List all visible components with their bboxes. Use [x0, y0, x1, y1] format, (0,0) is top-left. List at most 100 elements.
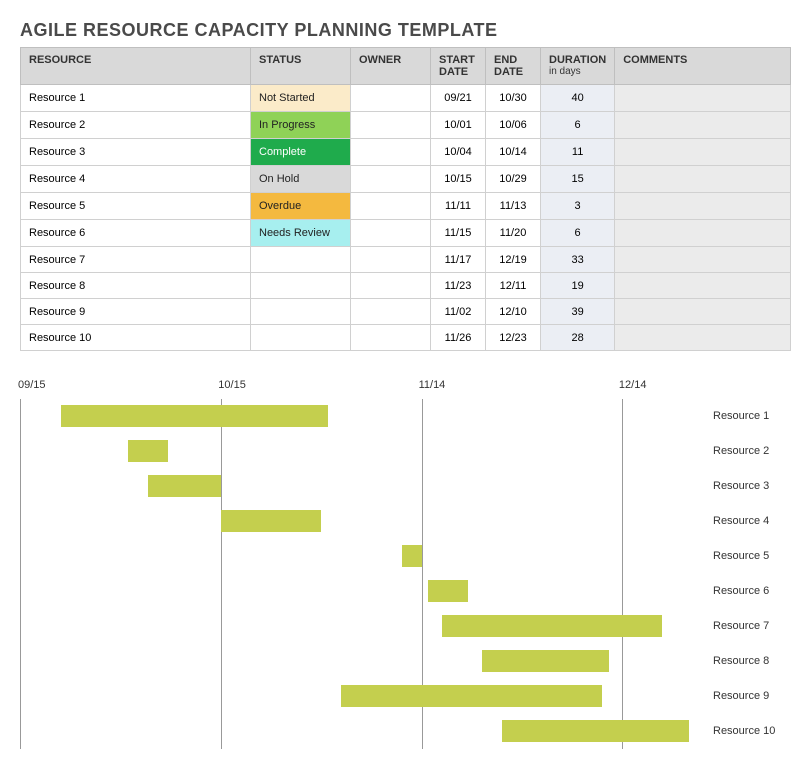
header-duration-sub: in days: [549, 66, 606, 77]
status-chip: Overdue: [251, 193, 350, 219]
table-row: Resource 811/2312/1119: [21, 273, 791, 299]
cell-status[interactable]: Not Started: [251, 85, 351, 112]
table-row: Resource 6Needs Review11/1511/206: [21, 220, 791, 247]
gantt-bar: [221, 510, 321, 532]
cell-resource[interactable]: Resource 2: [21, 112, 251, 139]
cell-status[interactable]: [251, 325, 351, 351]
cell-duration: 11: [541, 139, 615, 166]
cell-status[interactable]: On Hold: [251, 166, 351, 193]
cell-end-date[interactable]: 10/14: [486, 139, 541, 166]
cell-status[interactable]: Overdue: [251, 193, 351, 220]
table-row: Resource 4On Hold10/1510/2915: [21, 166, 791, 193]
cell-resource[interactable]: Resource 1: [21, 85, 251, 112]
cell-start-date[interactable]: 11/02: [431, 299, 486, 325]
gantt-bar: [442, 615, 662, 637]
status-chip: Not Started: [251, 85, 350, 111]
cell-resource[interactable]: Resource 3: [21, 139, 251, 166]
cell-comments[interactable]: [615, 139, 791, 166]
cell-owner[interactable]: [351, 247, 431, 273]
cell-end-date[interactable]: 11/20: [486, 220, 541, 247]
header-duration-label: DURATION: [549, 54, 606, 66]
gantt-labels: Resource 1Resource 2Resource 3Resource 4…: [701, 399, 791, 749]
cell-comments[interactable]: [615, 247, 791, 273]
cell-start-date[interactable]: 10/04: [431, 139, 486, 166]
cell-resource[interactable]: Resource 8: [21, 273, 251, 299]
cell-duration: 3: [541, 193, 615, 220]
cell-end-date[interactable]: 10/29: [486, 166, 541, 193]
gantt-row-label: Resource 10: [701, 714, 791, 749]
gantt-row-label: Resource 3: [701, 469, 791, 504]
gantt-row: [21, 714, 701, 749]
cell-resource[interactable]: Resource 10: [21, 325, 251, 351]
cell-start-date[interactable]: 11/11: [431, 193, 486, 220]
cell-start-date[interactable]: 10/15: [431, 166, 486, 193]
cell-end-date[interactable]: 10/30: [486, 85, 541, 112]
cell-comments[interactable]: [615, 85, 791, 112]
cell-start-date[interactable]: 10/01: [431, 112, 486, 139]
page-title: AGILE RESOURCE CAPACITY PLANNING TEMPLAT…: [20, 20, 791, 41]
cell-resource[interactable]: Resource 5: [21, 193, 251, 220]
gantt-row: [21, 399, 701, 434]
cell-owner[interactable]: [351, 325, 431, 351]
cell-owner[interactable]: [351, 193, 431, 220]
cell-duration: 33: [541, 247, 615, 273]
cell-owner[interactable]: [351, 166, 431, 193]
gantt-row-label: Resource 2: [701, 434, 791, 469]
status-chip: Complete: [251, 139, 350, 165]
cell-status[interactable]: Complete: [251, 139, 351, 166]
table-row: Resource 7 11/1712/1933: [21, 247, 791, 273]
cell-start-date[interactable]: 11/26: [431, 325, 486, 351]
table-row: Resource 5Overdue 11/1111/133: [21, 193, 791, 220]
gantt-row: [21, 644, 701, 679]
cell-comments[interactable]: [615, 112, 791, 139]
gantt-chart-area: [20, 399, 701, 749]
gantt-bar: [482, 650, 609, 672]
table-row: Resource 3Complete 10/0410/1411: [21, 139, 791, 166]
cell-comments[interactable]: [615, 273, 791, 299]
cell-owner[interactable]: [351, 85, 431, 112]
cell-comments[interactable]: [615, 193, 791, 220]
cell-start-date[interactable]: 09/21: [431, 85, 486, 112]
cell-resource[interactable]: Resource 6: [21, 220, 251, 247]
cell-comments[interactable]: [615, 299, 791, 325]
cell-end-date[interactable]: 10/06: [486, 112, 541, 139]
status-chip: Needs Review: [251, 220, 350, 246]
cell-comments[interactable]: [615, 166, 791, 193]
cell-start-date[interactable]: 11/17: [431, 247, 486, 273]
cell-owner[interactable]: [351, 273, 431, 299]
cell-end-date[interactable]: 12/19: [486, 247, 541, 273]
cell-resource[interactable]: Resource 9: [21, 299, 251, 325]
status-chip: In Progress: [251, 112, 350, 138]
gantt-row: [21, 679, 701, 714]
cell-end-date[interactable]: 11/13: [486, 193, 541, 220]
cell-resource[interactable]: Resource 4: [21, 166, 251, 193]
gantt-row: [21, 539, 701, 574]
cell-end-date[interactable]: 12/10: [486, 299, 541, 325]
cell-status[interactable]: [251, 299, 351, 325]
cell-comments[interactable]: [615, 325, 791, 351]
cell-status[interactable]: In Progress: [251, 112, 351, 139]
gantt-date-label: 11/14: [419, 379, 446, 391]
gantt-date-label: 10/15: [218, 379, 246, 391]
gantt-bar: [502, 720, 689, 742]
cell-status[interactable]: [251, 247, 351, 273]
cell-owner[interactable]: [351, 299, 431, 325]
header-resource: RESOURCE: [21, 48, 251, 85]
gantt-row-label: Resource 9: [701, 679, 791, 714]
cell-start-date[interactable]: 11/15: [431, 220, 486, 247]
cell-status[interactable]: Needs Review: [251, 220, 351, 247]
cell-duration: 39: [541, 299, 615, 325]
cell-status[interactable]: [251, 273, 351, 299]
cell-owner[interactable]: [351, 220, 431, 247]
gantt-row-label: Resource 1: [701, 399, 791, 434]
cell-start-date[interactable]: 11/23: [431, 273, 486, 299]
cell-owner[interactable]: [351, 112, 431, 139]
cell-end-date[interactable]: 12/23: [486, 325, 541, 351]
cell-duration: 28: [541, 325, 615, 351]
cell-resource[interactable]: Resource 7: [21, 247, 251, 273]
cell-comments[interactable]: [615, 220, 791, 247]
cell-owner[interactable]: [351, 139, 431, 166]
gantt-bar: [402, 545, 422, 567]
cell-end-date[interactable]: 12/11: [486, 273, 541, 299]
gantt-bar: [341, 685, 601, 707]
